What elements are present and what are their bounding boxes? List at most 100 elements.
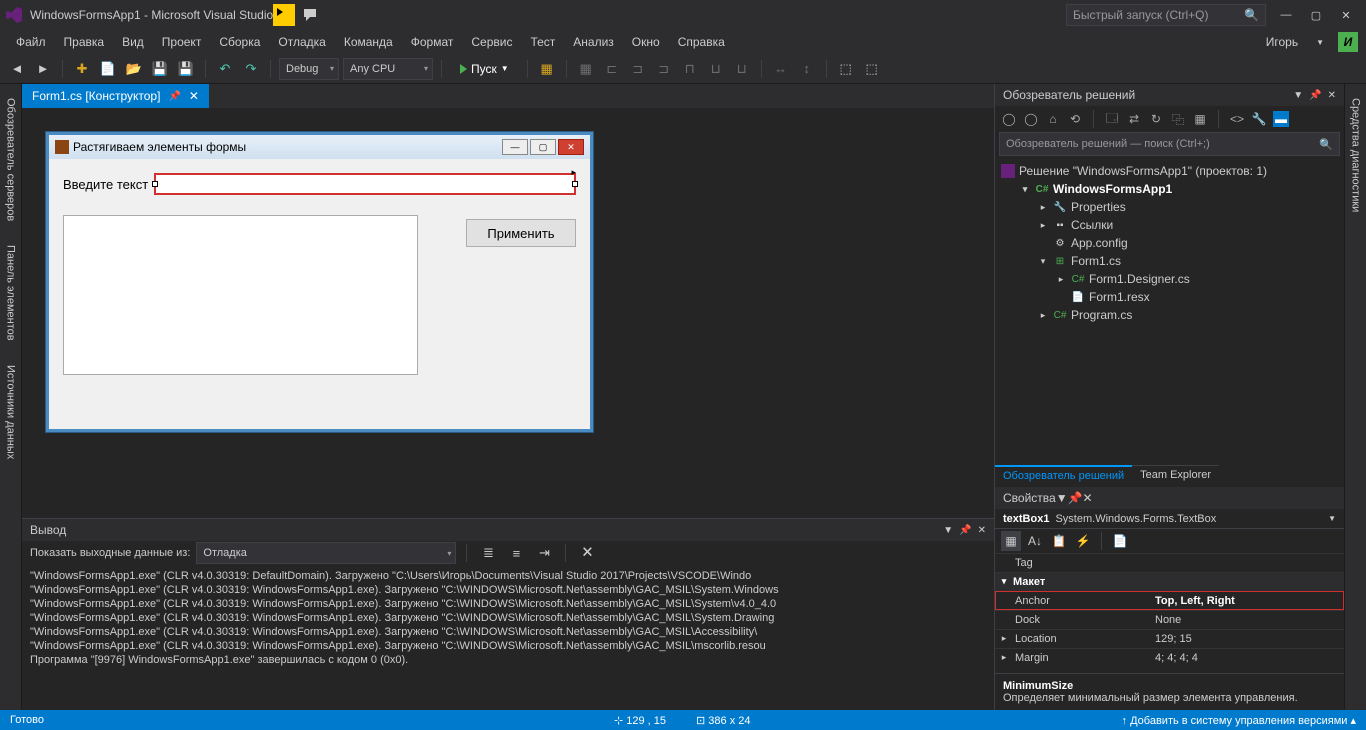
menu-item[interactable]: Окно [624, 32, 668, 52]
property-row-anchor[interactable]: AnchorTop, Left, Right [995, 591, 1344, 610]
se-home-icon[interactable]: ⌂ [1045, 112, 1061, 126]
close-tab-icon[interactable]: ✕ [189, 89, 199, 103]
se-scope-icon[interactable]: 🗔 [1104, 109, 1120, 130]
property-row-margin[interactable]: ▸Margin4; 4; 4; 4 [995, 648, 1344, 667]
property-row-макет[interactable]: ▾Макет [995, 572, 1344, 591]
user-name[interactable]: Игорь [1258, 32, 1306, 52]
tree-program[interactable]: ▸C#Program.cs [995, 306, 1344, 324]
nav-fwd-button[interactable]: ► [32, 58, 54, 80]
send-back-icon[interactable]: ⬚ [861, 58, 883, 80]
se-dropdown-icon[interactable]: ▼ [1293, 90, 1303, 101]
rail-tab-diagnostics[interactable]: Средства диагностики [1348, 92, 1364, 218]
open-button[interactable]: 📂 [123, 58, 145, 80]
menu-item[interactable]: Сборка [211, 32, 268, 52]
panel-close-icon[interactable]: ✕ [978, 525, 986, 536]
prop-page-icon[interactable]: 📄 [1110, 531, 1130, 551]
prop-props-icon[interactable]: 📋 [1049, 531, 1069, 551]
start-debug-button[interactable]: Пуск ▼ [450, 62, 519, 76]
resize-handle-right[interactable] [572, 181, 578, 187]
layout-button[interactable]: ▦ [536, 58, 558, 80]
property-row-dock[interactable]: DockNone [995, 610, 1344, 629]
se-sync-icon[interactable]: ⟲ [1067, 112, 1083, 126]
save-button[interactable]: 💾 [149, 58, 171, 80]
property-row-tag[interactable]: Tag [995, 553, 1344, 572]
label-input[interactable]: Введите текст [63, 177, 148, 192]
solution-tree[interactable]: Решение "WindowsFormsApp1" (проектов: 1)… [995, 160, 1344, 465]
panel-pin-icon[interactable]: 📌 [959, 525, 971, 536]
smart-tag-icon[interactable]: ▸ [571, 167, 576, 178]
config-combo[interactable]: Debug [279, 58, 339, 80]
tree-form1[interactable]: ▾⊞Form1.cs [995, 252, 1344, 270]
se-fwd-icon[interactable]: ◯ [1023, 112, 1039, 126]
se-close-icon[interactable]: ✕ [1328, 90, 1336, 101]
se-copy-icon[interactable]: ⿻ [1170, 111, 1186, 128]
panel-dropdown-icon[interactable]: ▼ [943, 525, 953, 536]
close-button[interactable]: ✕ [1332, 5, 1360, 25]
undo-button[interactable]: ↶ [214, 58, 236, 80]
prop-pin-icon[interactable]: 📌 [1068, 491, 1083, 505]
prop-close-icon[interactable]: ✕ [1083, 491, 1093, 505]
resize-handle-left[interactable] [152, 181, 158, 187]
rail-tab-toolbox[interactable]: Панель элементов [3, 239, 19, 347]
new-project-button[interactable]: ✚ [71, 58, 93, 80]
se-preview-icon[interactable]: ▬ [1273, 111, 1289, 127]
tab-team-explorer[interactable]: Team Explorer [1132, 465, 1219, 487]
se-back-icon[interactable]: ◯ [1001, 112, 1017, 126]
output-goto-icon[interactable]: ⇥ [533, 542, 555, 564]
prop-alpha-icon[interactable]: A↓ [1025, 531, 1045, 551]
tree-properties[interactable]: ▸🔧Properties [995, 198, 1344, 216]
menu-item[interactable]: Формат [403, 32, 462, 52]
menu-item[interactable]: Сервис [463, 32, 520, 52]
prop-dropdown-icon[interactable]: ▼ [1056, 491, 1068, 505]
pin-icon[interactable]: 📌 [168, 91, 180, 102]
output-clear-icon[interactable]: ≣ [477, 542, 499, 564]
design-form-window[interactable]: Растягиваем элементы формы ― ▢ ✕ Введите… [46, 132, 593, 432]
menu-item[interactable]: Вид [114, 32, 152, 52]
rail-tab-data-sources[interactable]: Источники данных [3, 359, 19, 465]
se-code-icon[interactable]: <> [1229, 112, 1245, 126]
tree-form1-resx[interactable]: 📄Form1.resx [995, 288, 1344, 306]
tab-solution-explorer[interactable]: Обозреватель решений [995, 465, 1132, 487]
tree-form1-designer[interactable]: ▸C#Form1.Designer.cs [995, 270, 1344, 288]
output-wrap-icon[interactable]: ≡ [505, 542, 527, 564]
menu-item[interactable]: Анализ [565, 32, 622, 52]
se-refresh-icon[interactable]: ↻ [1148, 112, 1164, 126]
se-pin-icon[interactable]: 📌 [1309, 90, 1321, 101]
rail-tab-server-explorer[interactable]: Обозреватель серверов [3, 92, 19, 227]
platform-combo[interactable]: Any CPU [343, 58, 433, 80]
menu-item[interactable]: Тест [522, 32, 563, 52]
tree-project[interactable]: ▾C#WindowsFormsApp1 [995, 180, 1344, 198]
menu-item[interactable]: Проект [154, 32, 210, 52]
se-prop-icon[interactable]: 🔧 [1251, 112, 1267, 126]
prop-events-icon[interactable]: ⚡ [1073, 531, 1093, 551]
quick-launch-input[interactable]: Быстрый запуск (Ctrl+Q) 🔍 [1066, 4, 1266, 26]
feedback-icon[interactable] [299, 4, 321, 26]
se-collapse-icon[interactable]: ⇄ [1126, 112, 1142, 126]
properties-object-combo[interactable]: textBox1System.Windows.Forms.TextBox▼ [995, 509, 1344, 529]
save-all-button[interactable]: 💾 [175, 58, 197, 80]
textbox2-multiline[interactable] [63, 215, 418, 375]
minimize-button[interactable]: ― [1272, 5, 1300, 25]
property-row-location[interactable]: ▸Location129; 15 [995, 629, 1344, 648]
nav-back-button[interactable]: ◄ [6, 58, 28, 80]
prop-categorized-icon[interactable]: ▦ [1001, 531, 1021, 551]
document-tab-form1[interactable]: Form1.cs [Конструктор] 📌 ✕ [22, 84, 209, 108]
menu-item[interactable]: Команда [336, 32, 401, 52]
maximize-button[interactable]: ▢ [1302, 5, 1330, 25]
output-clear2-icon[interactable]: 🗙 [576, 542, 598, 564]
solution-explorer-search[interactable]: Обозреватель решений — поиск (Ctrl+;)🔍 [999, 132, 1340, 156]
properties-grid[interactable]: Tag▾МакетAnchorTop, Left, RightDockNone▸… [995, 553, 1344, 673]
tree-appconfig[interactable]: ⚙App.config [995, 234, 1344, 252]
se-showall-icon[interactable]: ▦ [1192, 112, 1208, 126]
tree-references[interactable]: ▸▪▪Ссылки [995, 216, 1344, 234]
form-designer-surface[interactable]: Растягиваем элементы формы ― ▢ ✕ Введите… [22, 108, 994, 518]
apply-button[interactable]: Применить [466, 219, 576, 247]
status-vcs-add[interactable]: ↑ Добавить в систему управления версиями… [1122, 714, 1356, 727]
menu-item[interactable]: Отладка [270, 32, 333, 52]
notification-flag-icon[interactable] [273, 4, 295, 26]
menu-item[interactable]: Файл [8, 32, 54, 52]
new-file-button[interactable]: 📄 [97, 58, 119, 80]
tree-solution[interactable]: Решение "WindowsFormsApp1" (проектов: 1) [995, 162, 1344, 180]
output-source-combo[interactable]: Отладка [196, 542, 456, 564]
output-text[interactable]: "WindowsFormsApp1.exe" (CLR v4.0.30319: … [22, 565, 994, 710]
